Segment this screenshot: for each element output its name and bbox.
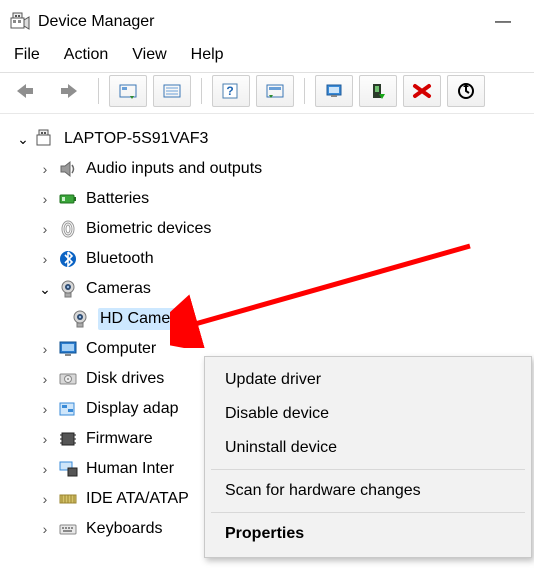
tree-item-audio[interactable]: › Audio inputs and outputs — [36, 154, 530, 184]
menu-action[interactable]: Action — [64, 46, 108, 64]
app-icon — [10, 12, 30, 32]
bluetooth-icon — [56, 248, 80, 270]
chevron-right-icon[interactable]: › — [36, 521, 54, 538]
chevron-right-icon[interactable]: › — [36, 161, 54, 178]
chevron-down-icon[interactable]: ⌄ — [36, 281, 54, 298]
cm-separator — [211, 469, 525, 470]
hid-icon — [56, 458, 80, 480]
battery-icon — [56, 188, 80, 210]
cm-properties[interactable]: Properties — [205, 517, 531, 551]
update-driver-button[interactable] — [315, 75, 353, 107]
tree-item-label: HD Camera — [98, 308, 190, 330]
computer-icon — [34, 128, 58, 150]
tree-item-label: Human Inter — [86, 459, 174, 478]
tree-item-label: Audio inputs and outputs — [86, 159, 262, 178]
tree-item-label: Biometric devices — [86, 219, 211, 238]
title-bar: Device Manager — — [0, 0, 534, 40]
menu-file[interactable]: File — [14, 46, 40, 64]
ide-icon — [56, 488, 80, 510]
chevron-right-icon[interactable]: › — [36, 431, 54, 448]
help-button[interactable]: ? — [212, 75, 250, 107]
tree-item-label: Computer — [86, 339, 156, 358]
menu-help[interactable]: Help — [191, 46, 224, 64]
tree-item-biometric[interactable]: › Biometric devices — [36, 214, 530, 244]
speaker-icon — [56, 158, 80, 180]
chevron-right-icon[interactable]: › — [36, 221, 54, 238]
disk-icon — [56, 368, 80, 390]
window-title: Device Manager — [38, 13, 155, 31]
forward-button[interactable] — [50, 75, 88, 107]
tree-item-label: Keyboards — [86, 519, 163, 538]
monitor-icon — [56, 338, 80, 360]
toolbar-separator — [201, 78, 202, 104]
toolbar-separator — [304, 78, 305, 104]
tree-item-batteries[interactable]: › Batteries — [36, 184, 530, 214]
tree-item-bluetooth[interactable]: › Bluetooth — [36, 244, 530, 274]
context-menu: Update driver Disable device Uninstall d… — [204, 356, 532, 558]
tree-item-label: Cameras — [86, 279, 151, 298]
details-button[interactable] — [153, 75, 191, 107]
back-button[interactable] — [6, 75, 44, 107]
cm-separator — [211, 512, 525, 513]
cm-scan-hardware[interactable]: Scan for hardware changes — [205, 474, 531, 508]
tree-item-label: Firmware — [86, 429, 153, 448]
tree-item-label: Display adap — [86, 399, 179, 418]
chevron-right-icon[interactable]: › — [36, 191, 54, 208]
chevron-right-icon[interactable]: › — [36, 461, 54, 478]
keyboard-icon — [56, 518, 80, 540]
camera-icon — [56, 278, 80, 300]
cm-uninstall-device[interactable]: Uninstall device — [205, 431, 531, 465]
chevron-right-icon[interactable]: › — [36, 341, 54, 358]
display-adapter-icon — [56, 398, 80, 420]
minimize-button[interactable]: — — [480, 7, 526, 37]
tree-item-hd-camera[interactable]: HD Camera — [66, 304, 530, 334]
svg-text:?: ? — [226, 84, 233, 98]
fingerprint-icon — [56, 218, 80, 240]
chevron-right-icon[interactable]: › — [36, 401, 54, 418]
tree-item-label: Batteries — [86, 189, 149, 208]
tree-root-label: LAPTOP-5S91VAF3 — [64, 129, 208, 148]
chevron-right-icon[interactable]: › — [36, 491, 54, 508]
cm-update-driver[interactable]: Update driver — [205, 363, 531, 397]
chevron-right-icon[interactable]: › — [36, 371, 54, 388]
chevron-right-icon[interactable]: › — [36, 251, 54, 268]
uninstall-device-button[interactable] — [403, 75, 441, 107]
scan-hardware-button[interactable] — [447, 75, 485, 107]
cm-disable-device[interactable]: Disable device — [205, 397, 531, 431]
menu-view[interactable]: View — [132, 46, 166, 64]
show-hidden-button[interactable] — [109, 75, 147, 107]
tree-item-cameras[interactable]: ⌄ Cameras — [36, 274, 530, 304]
enable-device-button[interactable] — [359, 75, 397, 107]
toolbar: ? — [0, 72, 534, 114]
menu-bar: File Action View Help — [0, 40, 534, 72]
tree-item-label: IDE ATA/ATAP — [86, 489, 189, 508]
toolbar-separator — [98, 78, 99, 104]
tree-item-label: Bluetooth — [86, 249, 154, 268]
chevron-down-icon[interactable]: ⌄ — [14, 131, 32, 148]
tree-root[interactable]: ⌄ LAPTOP-5S91VAF3 — [14, 124, 530, 154]
tree-item-label: Disk drives — [86, 369, 164, 388]
camera-icon — [68, 308, 92, 330]
chip-icon — [56, 428, 80, 450]
action-button[interactable] — [256, 75, 294, 107]
